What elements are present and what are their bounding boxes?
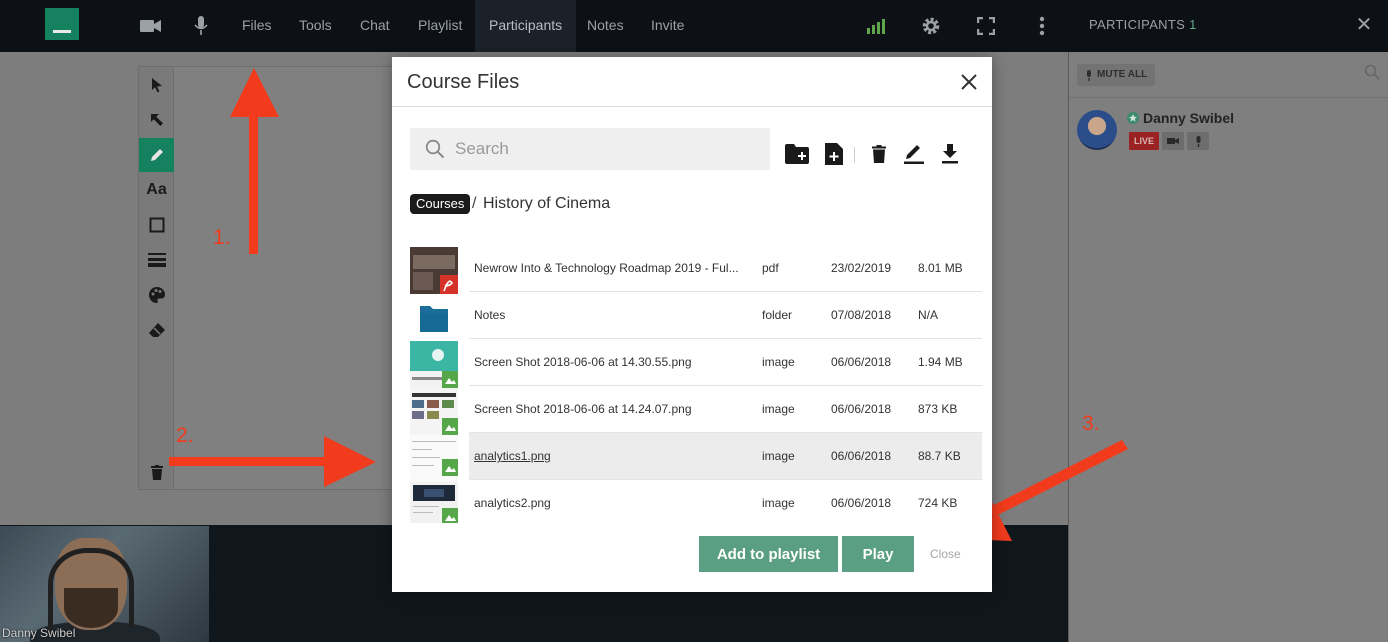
file-type: folder: [762, 308, 793, 322]
arrow-2-head: [324, 436, 376, 487]
dialog-header: Course Files: [392, 57, 992, 107]
file-name: Notes: [474, 308, 506, 322]
pdf-thumbnail: [410, 247, 458, 294]
file-date: 06/06/2018: [831, 496, 892, 510]
rename-edit-icon[interactable]: [901, 142, 927, 166]
file-type: image: [762, 449, 795, 463]
delete-icon[interactable]: [866, 142, 892, 166]
file-type: pdf: [762, 261, 779, 275]
file-size: 873 KB: [918, 402, 958, 416]
file-row[interactable]: Notes folder 07/08/2018 N/A: [410, 292, 982, 339]
image-thumbnail: [410, 482, 458, 523]
breadcrumb-root[interactable]: Courses: [410, 194, 471, 214]
file-type: image: [762, 355, 795, 369]
file-list: Newrow Into & Technology Roadmap 2019 - …: [410, 245, 982, 523]
arrow-1-shaft: [249, 116, 258, 254]
file-size: 88.7 KB: [918, 449, 961, 463]
new-file-icon[interactable]: [821, 142, 847, 166]
file-row[interactable]: Screen Shot 2018-06-06 at 14.30.55.png i…: [410, 339, 982, 388]
file-type: image: [762, 496, 795, 510]
image-thumbnail: [410, 341, 458, 388]
arrow-1-head: [230, 68, 279, 117]
course-files-dialog: Course Files Courses / History of Cinema…: [392, 57, 992, 592]
file-date: 06/06/2018: [831, 402, 892, 416]
close-icon[interactable]: [958, 71, 980, 93]
play-button[interactable]: Play: [842, 536, 914, 572]
annotation-step-1: 1.: [213, 226, 231, 249]
file-row[interactable]: Screen Shot 2018-06-06 at 14.24.07.png i…: [410, 386, 982, 435]
file-date: 06/06/2018: [831, 355, 892, 369]
file-size: 724 KB: [918, 496, 958, 510]
file-name: analytics1.png: [474, 449, 551, 463]
file-row[interactable]: analytics2.png image 06/06/2018 724 KB: [410, 480, 982, 523]
file-name: Screen Shot 2018-06-06 at 14.30.55.png: [474, 355, 692, 369]
new-folder-icon[interactable]: [784, 142, 810, 166]
file-date: 07/08/2018: [831, 308, 892, 322]
arrow-3-shaft: [976, 440, 1128, 523]
image-thumbnail: [410, 388, 458, 435]
file-type: image: [762, 402, 795, 416]
file-search: [410, 128, 770, 170]
file-size: 1.94 MB: [918, 355, 963, 369]
file-name: analytics2.png: [474, 496, 551, 510]
download-icon[interactable]: [937, 142, 963, 166]
file-size: N/A: [918, 308, 939, 322]
add-to-playlist-button[interactable]: Add to playlist: [699, 536, 838, 572]
close-button[interactable]: Close: [930, 547, 961, 561]
breadcrumb-separator: /: [472, 195, 477, 212]
file-date: 06/06/2018: [831, 449, 892, 463]
image-thumbnail: [410, 435, 458, 482]
breadcrumb-current: History of Cinema: [483, 195, 611, 212]
toolbar-divider: [854, 147, 855, 163]
arrow-2-shaft: [169, 457, 329, 466]
file-name: Newrow Into & Technology Roadmap 2019 - …: [474, 261, 739, 275]
search-input[interactable]: [455, 136, 755, 162]
folder-icon: [410, 294, 458, 341]
file-name: Screen Shot 2018-06-06 at 14.24.07.png: [474, 402, 692, 416]
dialog-title: Course Files: [407, 71, 520, 93]
file-row-selected[interactable]: analytics1.png image 06/06/2018 88.7 KB: [410, 433, 982, 482]
file-date: 23/02/2019: [831, 261, 892, 275]
file-row[interactable]: Newrow Into & Technology Roadmap 2019 - …: [410, 245, 982, 294]
annotation-step-3: 3.: [1082, 412, 1100, 435]
file-size: 8.01 MB: [918, 261, 963, 275]
search-icon: [425, 139, 445, 159]
annotation-step-2: 2.: [176, 424, 194, 447]
